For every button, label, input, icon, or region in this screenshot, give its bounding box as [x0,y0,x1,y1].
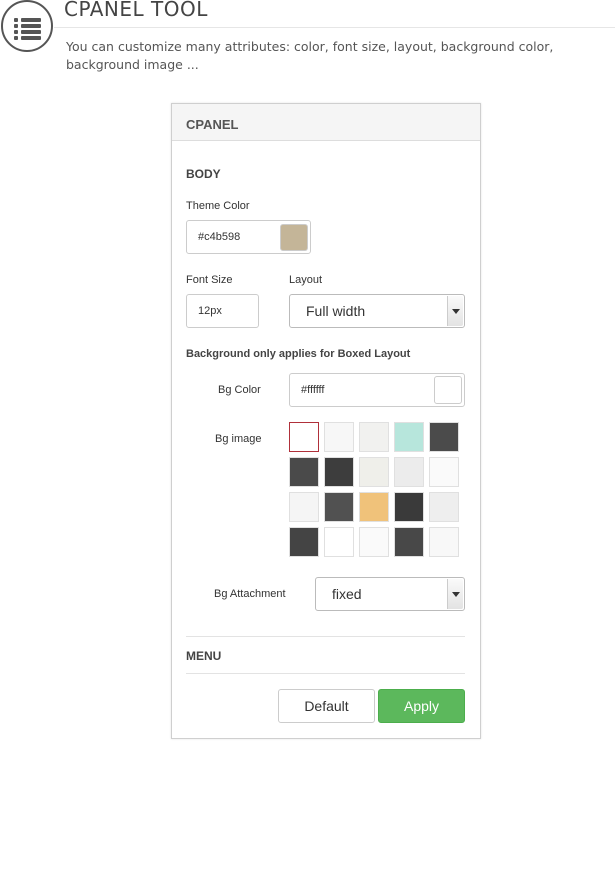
page: CPANEL TOOL You can customize many attri… [0,0,615,872]
bg-image-thumb[interactable] [359,527,389,557]
bg-image-label: Bg image [215,433,262,445]
bg-image-thumb[interactable] [394,527,424,557]
cpanel-panel: CPANEL BODY Theme Color Font Size Layout… [171,103,481,739]
bg-image-thumb[interactable] [429,527,459,557]
layout-label: Layout [289,274,323,286]
bg-image-thumb[interactable] [429,422,459,452]
apply-button[interactable]: Apply [378,689,465,723]
panel-header: CPANEL [172,104,480,141]
header-divider [54,27,615,28]
bg-image-thumb[interactable] [289,457,319,487]
bg-image-thumb[interactable] [359,422,389,452]
bg-image-thumb[interactable] [394,492,424,522]
menu-section-title[interactable]: MENU [186,649,221,663]
bg-image-thumb[interactable] [394,422,424,452]
layout-select[interactable]: Full width [289,294,465,328]
bg-attachment-selected-value: fixed [332,586,362,602]
bg-image-thumb[interactable] [324,422,354,452]
panel-title: CPANEL [186,117,239,132]
bg-attachment-label: Bg Attachment [214,588,286,600]
layout-selected-value: Full width [306,303,366,319]
bg-image-thumb[interactable] [289,422,319,452]
bg-image-thumb[interactable] [359,457,389,487]
theme-color-label: Theme Color [186,200,250,212]
bg-image-thumb[interactable] [394,457,424,487]
bg-image-thumb[interactable] [324,492,354,522]
bg-image-thumb[interactable] [324,457,354,487]
bg-image-thumb[interactable] [429,457,459,487]
bg-image-thumb[interactable] [324,527,354,557]
page-description: You can customize many attributes: color… [66,39,554,72]
page-title: CPANEL TOOL [64,0,208,21]
font-size-label: Font Size [186,274,233,286]
default-button[interactable]: Default [278,689,375,723]
bg-note: Background only applies for Boxed Layout [186,348,411,360]
section-divider [186,673,465,674]
chevron-down-icon [447,579,463,609]
bg-color-swatch[interactable] [434,376,462,404]
chevron-down-icon [447,296,463,326]
list-icon [1,0,53,52]
font-size-input[interactable] [186,294,259,328]
section-divider [186,636,465,637]
bg-attachment-select[interactable]: fixed [315,577,465,611]
bg-image-thumb[interactable] [429,492,459,522]
bg-color-label: Bg Color [218,384,261,396]
bg-image-thumb[interactable] [359,492,389,522]
bg-image-thumb[interactable] [289,527,319,557]
theme-color-swatch[interactable] [280,224,308,251]
body-section-title: BODY [186,167,221,181]
bg-image-thumb[interactable] [289,492,319,522]
